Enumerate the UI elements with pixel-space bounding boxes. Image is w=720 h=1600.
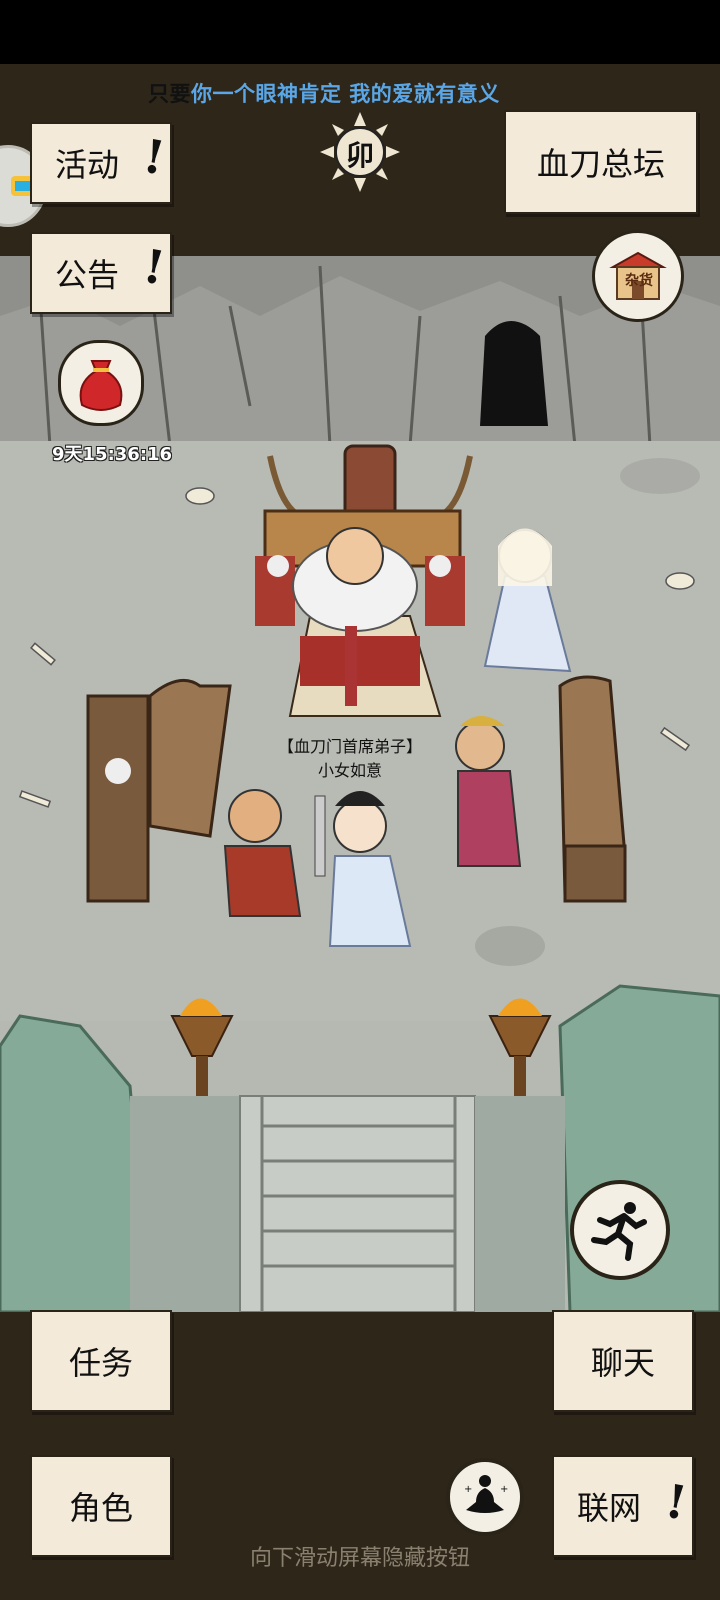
network-button-label: 联网 xyxy=(576,1489,641,1527)
status-bar xyxy=(0,0,720,64)
lucky-bag-icon xyxy=(79,360,123,411)
event-bag-button[interactable] xyxy=(58,340,144,426)
cave-entrance xyxy=(480,321,548,426)
svg-text:+: + xyxy=(500,1484,508,1495)
npc-nameplate[interactable]: 【血刀门首席弟子】 小女如意 xyxy=(270,735,430,783)
location-button[interactable]: 血刀总坛 xyxy=(504,110,698,214)
role-button-label: 角色 xyxy=(68,1489,133,1527)
lyric-overlay: 只要你一个眼神肯定 我的爱就有意义 xyxy=(148,78,500,108)
stairs xyxy=(239,1095,476,1312)
location-button-label: 血刀总坛 xyxy=(536,145,665,183)
meditation-icon: + + xyxy=(464,1475,508,1513)
npc-name: 小女如意 xyxy=(317,761,382,780)
notice-button[interactable]: 公告 ! xyxy=(30,232,172,314)
lyric-prefix: 只要 xyxy=(148,82,191,106)
time-of-day-char: 卯 xyxy=(345,139,374,172)
time-of-day-badge[interactable]: 卯 xyxy=(320,112,400,192)
shop-label: 杂货 xyxy=(625,273,653,289)
hide-buttons-hint: 向下滑动屏幕隐藏按钮 xyxy=(249,1546,470,1571)
task-button-label: 任务 xyxy=(68,1344,133,1382)
shop-button[interactable]: 杂货 xyxy=(592,230,684,338)
notice-button-label: 公告 xyxy=(54,256,119,294)
meditate-button[interactable]: + + xyxy=(446,1458,524,1536)
npc-title: 【血刀门首席弟子】 xyxy=(277,737,422,756)
notice-alert-icon: ! xyxy=(139,238,169,296)
running-man-icon xyxy=(591,1202,647,1261)
activity-button-label: 活动 xyxy=(54,146,119,184)
rock-left xyxy=(0,1014,152,1312)
chat-button[interactable]: 聊天 xyxy=(552,1310,694,1412)
svg-text:+: + xyxy=(464,1484,472,1495)
network-alert-icon: ! xyxy=(661,1473,691,1531)
chat-button-label: 聊天 xyxy=(590,1344,655,1382)
lyric-text: 你一个眼神肯定 我的爱就有意义 xyxy=(191,82,500,106)
run-button[interactable] xyxy=(570,1180,670,1280)
activity-alert-icon: ! xyxy=(139,128,169,186)
activity-button[interactable]: 活动 ! xyxy=(30,122,172,204)
task-button[interactable]: 任务 xyxy=(30,1310,172,1412)
event-countdown: 9天15:36:16 xyxy=(52,444,173,465)
